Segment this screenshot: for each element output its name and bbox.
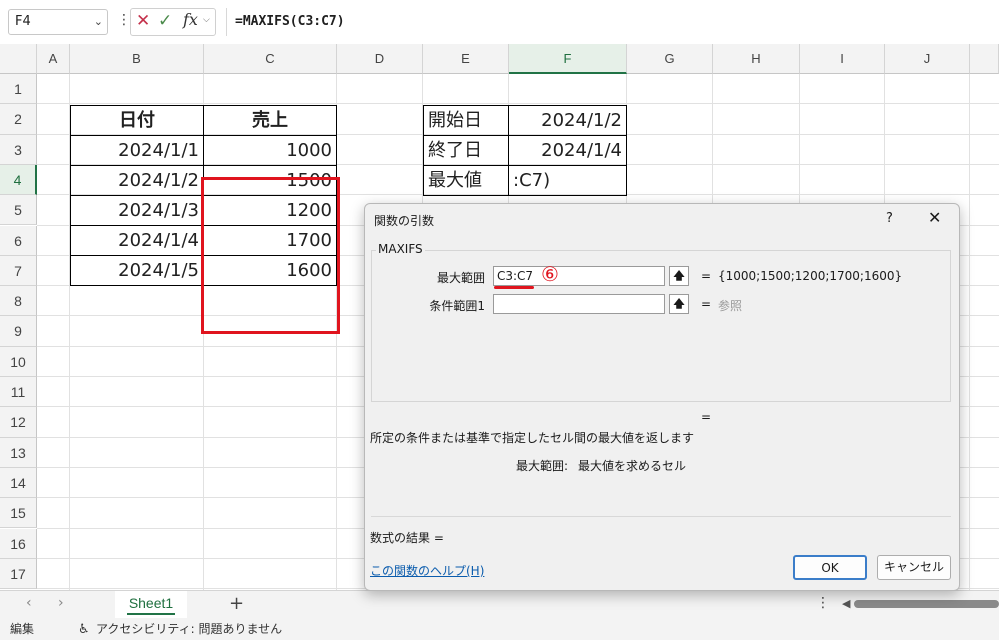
step-number-annotation: ⑥ (541, 262, 559, 286)
max-range-input[interactable]: C3:C7 (493, 266, 665, 286)
column-header-h[interactable]: H (713, 44, 800, 74)
row-header-6[interactable]: 6 (0, 225, 37, 256)
row-header-4[interactable]: 4 (0, 164, 37, 196)
function-arguments-dialog: 関数の引数 ? ✕ MAXIFS 最大範囲 C3:C7 🡅 = {1000;15… (364, 203, 960, 591)
column-header-e[interactable]: E (423, 44, 509, 74)
select-all-corner[interactable] (0, 44, 37, 74)
dialog-title: 関数の引数 (374, 214, 435, 228)
row-header-2[interactable]: 2 (0, 104, 37, 135)
row-header-5[interactable]: 5 (0, 195, 37, 226)
column-header-c[interactable]: C (204, 44, 337, 74)
max-value-cell[interactable]: :C7) (508, 165, 627, 196)
sheet-tab-bar: ‹ › Sheet1 + ⋮ ◀ (0, 590, 999, 619)
cancel-icon[interactable]: ✕ (136, 11, 150, 31)
arg-description-label: 最大範囲: (516, 459, 569, 473)
status-bar: 編集 ♿ アクセシビリティ: 問題ありません (0, 619, 999, 640)
collapse-dialog-button[interactable]: 🡅 (669, 266, 689, 286)
date-cell[interactable]: 2024/1/1 (70, 135, 204, 166)
sales-cell[interactable]: 1000 (203, 135, 337, 166)
collapse-dialog-button[interactable]: 🡅 (669, 294, 689, 314)
help-icon[interactable]: ? (886, 211, 893, 226)
criteria-value-cell[interactable]: 2024/1/2 (508, 105, 627, 136)
vertical-dots-icon[interactable]: ⋮ (117, 12, 131, 28)
arg-description-text: 最大値を求めるセル (578, 459, 687, 473)
arg-label-criteria-range1: 条件範囲1 (429, 299, 485, 313)
scroll-thumb[interactable] (854, 600, 999, 608)
tab-sheet1[interactable]: Sheet1 (115, 591, 187, 618)
column-gridline (969, 74, 970, 590)
column-header-j[interactable]: J (885, 44, 970, 74)
name-box[interactable]: F4 ⌄ (8, 9, 108, 35)
annotation-underline (494, 286, 534, 289)
insert-function-button[interactable]: fx (183, 10, 198, 29)
row-header-14[interactable]: 14 (0, 467, 37, 499)
date-cell[interactable]: 2024/1/4 (70, 225, 204, 256)
function-name: MAXIFS (376, 242, 425, 256)
formula-input[interactable]: =MAXIFS(C3:C7) (226, 8, 999, 36)
formula-result-equals: = (701, 410, 712, 424)
chevron-right-icon[interactable]: › (58, 595, 64, 611)
check-icon[interactable]: ✓ (158, 11, 172, 31)
horizontal-scrollbar[interactable]: ◀ (842, 597, 999, 610)
accessibility-status[interactable]: アクセシビリティ: 問題ありません (96, 619, 282, 640)
row-header-12[interactable]: 12 (0, 407, 37, 438)
close-icon[interactable]: ✕ (928, 208, 941, 227)
row-header-7[interactable]: 7 (0, 255, 37, 287)
criteria-range1-result: 参照 (718, 299, 743, 313)
row-header-16[interactable]: 16 (0, 528, 37, 559)
ok-button[interactable]: OK (793, 555, 867, 580)
row-header-3[interactable]: 3 (0, 134, 37, 165)
date-cell[interactable]: 2024/1/3 (70, 195, 204, 226)
header-sales[interactable]: 売上 (203, 105, 337, 136)
criteria-label-cell[interactable]: 終了日 (423, 135, 509, 166)
chevron-down-icon[interactable]: ⌵ (203, 15, 210, 25)
scroll-left-icon[interactable]: ◀ (842, 597, 850, 610)
arg-equals: = (701, 297, 712, 311)
row-header-13[interactable]: 13 (0, 437, 37, 468)
row-header-10[interactable]: 10 (0, 346, 37, 377)
row-header-15[interactable]: 15 (0, 498, 37, 529)
criteria-value-cell[interactable]: 2024/1/4 (508, 135, 627, 166)
arg-label-max-range: 最大範囲 (436, 271, 485, 285)
status-mode: 編集 (10, 622, 35, 636)
column-header-d[interactable]: D (337, 44, 423, 74)
row-header-1[interactable]: 1 (0, 74, 37, 105)
name-box-value: F4 (15, 14, 31, 29)
formula-result: 数式の結果 = (370, 531, 444, 545)
arg-equals: = (701, 269, 712, 283)
add-sheet-button[interactable]: + (229, 593, 244, 614)
date-cell[interactable]: 2024/1/5 (70, 255, 204, 286)
row-header-9[interactable]: 9 (0, 316, 37, 347)
column-header-b[interactable]: B (70, 44, 204, 74)
chevron-down-icon[interactable]: ⌄ (94, 10, 103, 34)
highlight-box-sales (201, 177, 340, 334)
cancel-button[interactable]: キャンセル (877, 555, 951, 580)
formula-bar: F4 ⌄ ⋮ ✕ ✓ fx ⌵ =MAXIFS(C3:C7) (0, 0, 999, 44)
column-header-filler (970, 44, 999, 74)
column-header-a[interactable]: A (37, 44, 70, 74)
tab-label: Sheet1 (128, 595, 174, 611)
column-header-i[interactable]: I (800, 44, 885, 74)
date-cell[interactable]: 2024/1/2 (70, 165, 204, 196)
row-header-8[interactable]: 8 (0, 286, 37, 317)
criteria-label-cell[interactable]: 最大値 (423, 165, 509, 196)
max-range-result: {1000;1500;1200;1700;1600} (718, 269, 903, 283)
criteria-label-cell[interactable]: 開始日 (423, 105, 509, 136)
function-description: 所定の条件または基準で指定したセル間の最大値を返します (370, 431, 695, 445)
criteria-range1-input[interactable] (493, 294, 665, 314)
more-icon[interactable]: ⋮ (816, 595, 830, 611)
divider (371, 516, 951, 517)
header-date[interactable]: 日付 (70, 105, 204, 136)
tab-underline (127, 613, 175, 615)
column-header-f[interactable]: F (509, 44, 627, 74)
accessibility-icon[interactable]: ♿ (78, 619, 90, 640)
chevron-left-icon[interactable]: ‹ (26, 595, 32, 611)
column-header-g[interactable]: G (627, 44, 713, 74)
function-help-link[interactable]: この関数のヘルプ(H) (370, 562, 484, 579)
row-header-17[interactable]: 17 (0, 558, 37, 590)
row-header-11[interactable]: 11 (0, 377, 37, 408)
